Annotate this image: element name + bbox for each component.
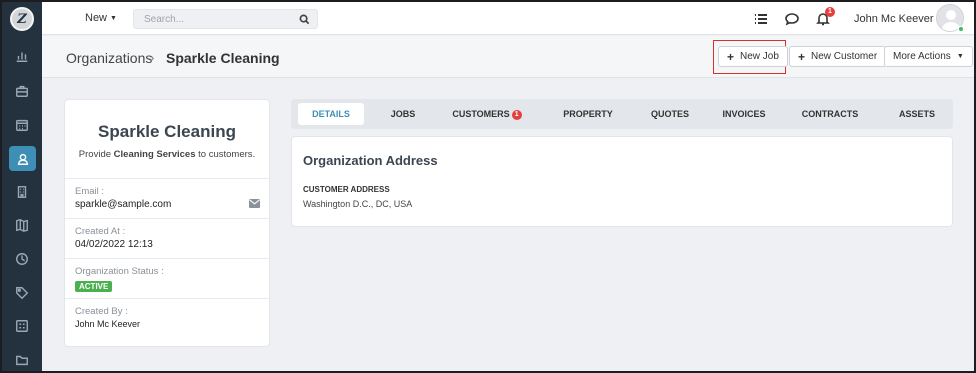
created-by-label: Created By : <box>75 306 128 317</box>
new-menu-button[interactable]: New ▼ <box>85 12 117 24</box>
tab-contracts[interactable]: CONTRACTS <box>795 99 865 129</box>
new-job-label: New Job <box>740 51 779 62</box>
app-logo[interactable]: Z <box>10 7 34 31</box>
tab-quotes[interactable]: QUOTES <box>643 99 697 129</box>
plus-icon: + <box>798 49 806 64</box>
created-at-field: Created At : 04/02/2022 12:13 <box>65 218 269 258</box>
tab-label: CUSTOMERS <box>452 109 510 119</box>
tab-label: PROPERTY <box>563 109 613 119</box>
user-menu[interactable]: John Mc Keever▼ <box>854 13 943 25</box>
details-panel: Organization Address CUSTOMER ADDRESS Wa… <box>291 136 953 227</box>
list-icon[interactable] <box>754 12 768 26</box>
tab-label: JOBS <box>390 109 416 119</box>
tab-customers[interactable]: CUSTOMERS 1 <box>447 99 527 129</box>
breadcrumb-organizations[interactable]: Organizations <box>66 50 152 66</box>
tab-jobs[interactable]: JOBS <box>379 99 427 129</box>
status-badge: ACTIVE <box>75 281 113 292</box>
user-name: John Mc Keever <box>854 13 934 25</box>
organization-card: Sparkle Cleaning Provide Cleaning Servic… <box>64 99 270 347</box>
building-icon[interactable] <box>10 180 34 204</box>
notification-badge: 1 <box>825 7 835 17</box>
more-actions-label: More Actions <box>893 51 951 62</box>
section-title: Organization Address <box>303 153 438 168</box>
clock-icon[interactable] <box>10 247 34 271</box>
email-field: Email : sparkle@sample.com <box>65 178 269 218</box>
search-placeholder: Search... <box>144 14 185 25</box>
status-label: Organization Status : <box>75 266 164 277</box>
sidebar: Z <box>2 2 42 371</box>
description-service: Cleaning Services <box>113 149 196 160</box>
tag-icon[interactable] <box>10 281 34 305</box>
chat-icon[interactable] <box>785 12 799 26</box>
created-by-field: Created By : John Mc Keever <box>65 298 269 346</box>
chevron-down-icon: ▼ <box>956 53 964 60</box>
tab-label: DETAILS <box>312 109 350 119</box>
chevron-down-icon: ▼ <box>110 14 117 22</box>
tab-invoices[interactable]: INVOICES <box>714 99 774 129</box>
new-menu-label: New <box>85 12 108 24</box>
breadcrumb-separator: › <box>150 50 155 65</box>
grid-icon[interactable] <box>10 314 34 338</box>
search-input[interactable]: Search... <box>133 9 318 29</box>
new-customer-button[interactable]: + New Customer <box>789 46 887 67</box>
tab-label: ASSETS <box>898 109 935 119</box>
contacts-icon[interactable] <box>9 146 36 171</box>
email-label: Email : <box>75 186 105 197</box>
envelope-icon[interactable] <box>249 199 260 208</box>
online-status-dot <box>958 26 964 32</box>
customer-address-value: Washington D.C., DC, USA <box>303 199 413 209</box>
page-title: Sparkle Cleaning <box>166 50 280 66</box>
tab-label: INVOICES <box>722 109 766 119</box>
created-at-value: 04/02/2022 12:13 <box>75 239 153 250</box>
chart-icon[interactable] <box>10 44 34 68</box>
plus-icon: + <box>727 49 735 64</box>
map-icon[interactable] <box>10 213 34 237</box>
customer-address-label: CUSTOMER ADDRESS <box>303 185 390 194</box>
organization-description: Provide Cleaning Services to customers. <box>65 149 269 160</box>
description-suffix: to customers. <box>198 149 256 160</box>
folder-icon[interactable] <box>10 348 34 371</box>
app-window: Z New ▼ Search... 1 John Mc Keever Organ… <box>2 2 974 371</box>
tab-details[interactable]: DETAILS <box>298 103 364 125</box>
new-job-button[interactable]: + New Job <box>718 46 788 67</box>
tab-bar: DETAILS JOBS CUSTOMERS 1 PROPERTY QUOTES … <box>291 99 953 129</box>
more-actions-button[interactable]: More Actions ▼ <box>884 46 973 67</box>
tab-assets[interactable]: ASSETS <box>891 99 943 129</box>
briefcase-icon[interactable] <box>10 79 34 103</box>
tab-label: QUOTES <box>650 109 689 119</box>
created-by-value: John Mc Keever <box>75 319 141 329</box>
page-header: Organizations › Sparkle Cleaning + New Jo… <box>42 36 974 78</box>
customers-count-badge: 1 <box>511 109 522 120</box>
calendar-icon[interactable] <box>10 113 34 137</box>
created-at-label: Created At : <box>75 226 126 237</box>
status-field: Organization Status : ACTIVE <box>65 258 269 298</box>
top-bar: New▼ Search... 1 John Mc Keever▼ <box>42 2 974 35</box>
tab-label: CONTRACTS <box>801 109 859 119</box>
description-prefix: Provide <box>78 149 112 160</box>
search-icon[interactable] <box>299 14 310 25</box>
tab-property[interactable]: PROPERTY <box>553 99 623 129</box>
new-customer-label: New Customer <box>811 51 878 62</box>
organization-name: Sparkle Cleaning <box>98 122 236 141</box>
email-value: sparkle@sample.com <box>75 199 172 210</box>
